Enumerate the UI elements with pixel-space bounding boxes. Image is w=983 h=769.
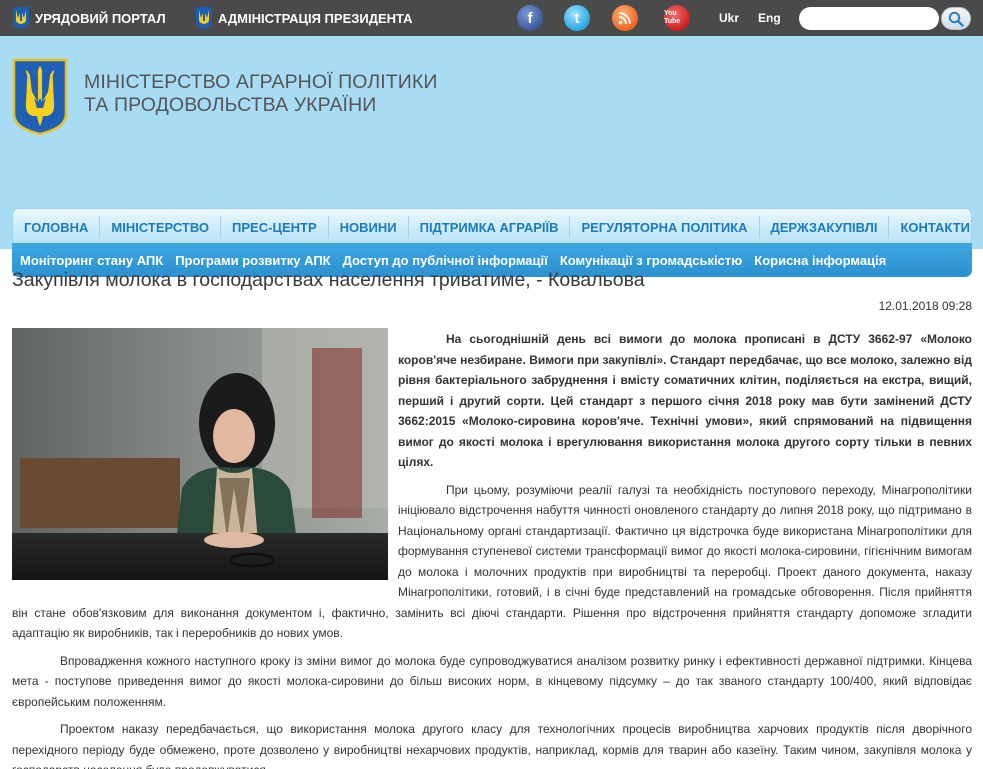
ministry-title-line2: та продовольства України	[84, 94, 377, 116]
rss-icon[interactable]	[612, 5, 638, 31]
search-icon	[948, 11, 964, 27]
site-header: Міністерство аграрної політики та продов…	[0, 36, 983, 277]
menu-item-home[interactable]: ГОЛОВНА	[13, 216, 101, 238]
search-button[interactable]	[941, 7, 971, 30]
article-paragraph: Проектом наказу передбачається, що викор…	[12, 722, 972, 769]
ministry-title-line1: Міністерство аграрної політики	[84, 71, 438, 93]
photo-float-spacer	[12, 329, 398, 585]
coat-of-arms-icon[interactable]	[12, 58, 68, 136]
trident-icon	[196, 7, 212, 29]
menu-item-press-center[interactable]: ПРЕС-ЦЕНТР	[221, 216, 329, 238]
president-administration-link[interactable]: АДМІНІСТРАЦІЯ ПРЕЗИДЕНТА	[195, 0, 413, 36]
youtube-icon[interactable]: You Tube	[664, 5, 690, 31]
article-date: 12.01.2018 09:28	[878, 299, 972, 313]
president-administration-label: АДМІНІСТРАЦІЯ ПРЕЗИДЕНТА	[218, 10, 413, 26]
facebook-glyph: f	[527, 9, 533, 27]
article-paragraph: Впровадження кожного наступного кроку із…	[12, 653, 972, 709]
government-portal-link[interactable]: УРЯДОВИЙ ПОРТАЛ	[12, 0, 166, 36]
government-portal-label: УРЯДОВИЙ ПОРТАЛ	[35, 10, 166, 26]
menu-item-farmer-support[interactable]: ПІДТРИМКА АГРАРІЇВ	[409, 216, 571, 238]
primary-menu: ГОЛОВНА МІНІСТЕРСТВО ПРЕС-ЦЕНТР НОВИНИ П…	[12, 208, 972, 246]
menu-item-contacts[interactable]: КОНТАКТИ	[889, 216, 981, 238]
youtube-glyph: You Tube	[664, 10, 681, 25]
submenu-item-public-information[interactable]: Доступ до публічної інформації	[337, 253, 554, 268]
twitter-glyph: t	[574, 9, 580, 27]
menu-item-news[interactable]: НОВИНИ	[329, 216, 409, 238]
submenu-item-development-programs[interactable]: Програми розвитку АПК	[169, 253, 336, 268]
menu-item-procurement[interactable]: ДЕРЖЗАКУПІВЛІ	[760, 216, 890, 238]
twitter-icon[interactable]: t	[564, 5, 590, 31]
search-input[interactable]	[799, 7, 939, 30]
submenu-item-agro-monitoring[interactable]: Моніторинг стану АПК	[14, 253, 169, 268]
menu-item-ministry[interactable]: МІНІСТЕРСТВО	[100, 216, 222, 238]
article-body: На сьогоднішній день всі вимоги до молок…	[12, 329, 972, 769]
article-title: Закупівля молока в господарствах населен…	[12, 269, 645, 291]
lang-eng[interactable]: Eng	[758, 0, 781, 36]
search-box	[799, 7, 971, 30]
trident-icon	[13, 7, 29, 29]
submenu-item-public-communication[interactable]: Комунікації з громадськістю	[554, 253, 748, 268]
top-bar: УРЯДОВИЙ ПОРТАЛ АДМІНІСТРАЦІЯ ПРЕЗИДЕНТА…	[0, 0, 983, 36]
facebook-icon[interactable]: f	[517, 5, 543, 31]
submenu-item-useful-information[interactable]: Корисна інформація	[748, 253, 892, 268]
menu-item-regulatory-policy[interactable]: РЕГУЛЯТОРНА ПОЛІТИКА	[570, 216, 760, 238]
rss-glyph	[618, 12, 631, 25]
ministry-title[interactable]: Міністерство аграрної політики та продов…	[84, 71, 437, 117]
lang-ukr[interactable]: Ukr	[719, 0, 739, 36]
